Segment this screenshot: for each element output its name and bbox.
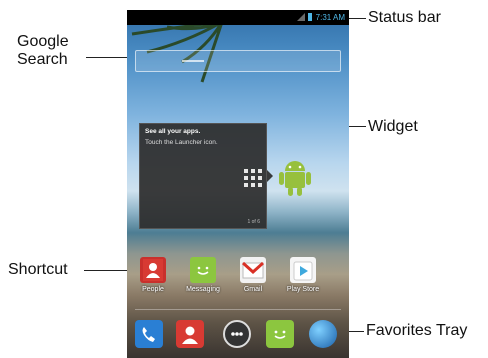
browser-icon[interactable] bbox=[309, 320, 337, 348]
people-icon bbox=[140, 257, 166, 283]
shortcut-label: People bbox=[142, 286, 164, 293]
gmail-icon bbox=[240, 257, 266, 283]
play-store-icon bbox=[290, 257, 316, 283]
widget-title: See all your apps. bbox=[145, 128, 201, 135]
shortcut-label: Messaging bbox=[186, 286, 220, 293]
widget-pointer bbox=[267, 170, 273, 182]
widget-text: Touch the Launcher icon. bbox=[145, 139, 218, 146]
messaging-icon bbox=[190, 257, 216, 283]
shortcut-messaging[interactable]: Messaging bbox=[179, 257, 227, 293]
battery-icon bbox=[308, 13, 312, 21]
home-shortcuts: People Messaging Gmail Play Store bbox=[127, 257, 349, 307]
shortcut-gmail[interactable]: Gmail bbox=[229, 257, 277, 293]
tray-divider bbox=[135, 309, 341, 310]
google-search-bar[interactable] bbox=[135, 50, 341, 72]
callout-status-bar: Status bar bbox=[368, 9, 441, 26]
status-time: 7:31 AM bbox=[315, 13, 345, 22]
signal-icon bbox=[297, 13, 305, 21]
android-robot-icon bbox=[279, 161, 311, 196]
launcher-grid-icon bbox=[244, 169, 262, 187]
widget-page-indicator: 1 of 6 bbox=[247, 219, 260, 225]
shortcut-people[interactable]: People bbox=[129, 257, 177, 293]
callout-favorites-tray: Favorites Tray bbox=[366, 322, 468, 339]
launcher-icon[interactable] bbox=[223, 320, 251, 348]
shortcut-label: Gmail bbox=[243, 286, 263, 293]
search-hint-line bbox=[182, 60, 204, 62]
status-bar: 7:31 AM bbox=[127, 10, 349, 25]
phone-home-screen: 7:31 AM See all your apps. Touch the Lau… bbox=[127, 10, 349, 358]
shortcut-label: Play Store bbox=[286, 286, 320, 293]
callout-google-search: Google Search bbox=[17, 33, 69, 68]
favorites-tray bbox=[127, 314, 349, 358]
phone-icon[interactable] bbox=[135, 320, 163, 348]
contacts-icon[interactable] bbox=[176, 320, 204, 348]
launcher-tip-widget[interactable]: See all your apps. Touch the Launcher ic… bbox=[139, 123, 267, 229]
callout-widget: Widget bbox=[368, 118, 418, 135]
shortcut-play-store[interactable]: Play Store bbox=[279, 257, 327, 293]
callout-shortcut: Shortcut bbox=[8, 261, 68, 278]
messaging-icon[interactable] bbox=[266, 320, 294, 348]
